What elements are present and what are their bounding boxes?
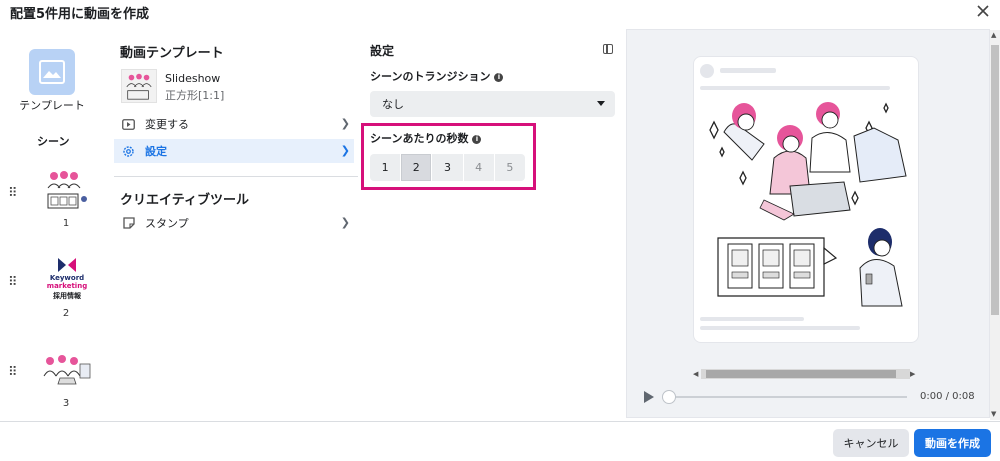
logo-line-3: 採用情報 <box>53 292 81 300</box>
template-tab-button[interactable] <box>29 49 75 95</box>
settings-heading: 設定 <box>370 44 395 58</box>
settings-row[interactable]: 設定 ❯ <box>114 139 354 163</box>
info-icon[interactable]: i <box>494 73 504 82</box>
vertical-scrollbar-thumb[interactable] <box>991 45 999 315</box>
template-format: 正方形[1:1] <box>165 89 225 102</box>
template-tab-label: テンプレート <box>19 99 85 112</box>
skeleton-line <box>720 68 776 73</box>
transition-value: なし <box>382 98 404 111</box>
scene-number-3: 3 <box>62 398 70 409</box>
change-template-row[interactable]: 変更する ❯ <box>114 112 354 136</box>
seconds-option-3[interactable]: 3 <box>432 154 462 181</box>
template-name: Slideshow <box>165 72 221 85</box>
logo-line-1: Keyword <box>49 274 85 282</box>
scene-thumbnail-1[interactable] <box>42 166 90 214</box>
seconds-label-text: シーンあたりの秒数 <box>370 132 469 145</box>
sticker-icon <box>122 217 135 230</box>
dropdown-arrow-icon <box>597 101 605 106</box>
scroll-up-icon[interactable]: ▲ <box>991 31 996 39</box>
chevron-right-icon: ❯ <box>340 117 350 130</box>
video-template-heading: 動画テンプレート <box>120 46 224 61</box>
close-icon[interactable] <box>976 4 990 18</box>
create-video-button[interactable]: 動画を作成 <box>914 429 991 457</box>
image-icon <box>39 60 65 84</box>
seconds-option-2[interactable]: 2 <box>401 154 432 181</box>
keyword-marketing-logo <box>58 258 76 272</box>
settings-label: 設定 <box>145 145 167 158</box>
skeleton-line <box>700 86 890 90</box>
seconds-option-5: 5 <box>506 161 514 174</box>
scene-thumbnail-2[interactable]: Keyword marketing 採用情報 <box>44 256 90 304</box>
seconds-option-1[interactable]: 1 <box>370 154 400 181</box>
skeleton-line <box>700 317 804 321</box>
transition-label: シーンのトランジション i <box>370 68 504 84</box>
dialog-title: 配置5件用に動画を作成 <box>10 7 150 22</box>
horizontal-scrollbar-thumb[interactable] <box>706 370 896 378</box>
stamp-row[interactable]: スタンプ ❯ <box>114 211 354 235</box>
scroll-left-icon[interactable]: ◀ <box>693 370 698 378</box>
video-icon <box>122 118 135 131</box>
chevron-right-icon: ❯ <box>340 216 350 229</box>
gear-icon <box>122 145 135 158</box>
scroll-right-icon[interactable]: ▶ <box>910 370 915 378</box>
avatar-placeholder <box>700 64 714 78</box>
drag-handle-icon[interactable]: ⠿ <box>8 276 18 289</box>
preview-illustration <box>709 102 907 307</box>
drag-handle-icon[interactable]: ⠿ <box>8 366 18 379</box>
create-video-dialog: 配置5件用に動画を作成 テンプレート シーン ⠿ 1 ⠿ Keyword mar… <box>0 0 1000 461</box>
scroll-down-icon[interactable]: ▼ <box>991 410 996 418</box>
change-template-label: 変更する <box>145 118 189 131</box>
scene-number-2: 2 <box>62 308 70 319</box>
seconds-option-4: 4 <box>475 161 483 174</box>
stamp-label: スタンプ <box>145 217 189 230</box>
footer-divider <box>0 421 1000 422</box>
panel-toggle-icon[interactable] <box>603 44 613 54</box>
seconds-label: シーンあたりの秒数 i <box>370 130 482 146</box>
cancel-button[interactable]: キャンセル <box>833 429 909 457</box>
scene-number-1: 1 <box>62 218 70 229</box>
transition-select[interactable]: なし <box>370 91 615 117</box>
template-thumbnail <box>121 69 157 103</box>
play-icon[interactable] <box>644 391 654 403</box>
video-progress-track[interactable] <box>665 396 907 398</box>
video-progress-knob[interactable] <box>662 390 676 404</box>
creative-tools-heading: クリエイティブツール <box>120 193 249 208</box>
logo-line-2: marketing <box>46 282 88 290</box>
chevron-right-icon: ❯ <box>340 144 350 157</box>
seconds-segmented-control: 1 2 3 4 5 <box>370 154 525 181</box>
drag-handle-icon[interactable]: ⠿ <box>8 187 18 200</box>
info-icon[interactable]: i <box>472 135 482 144</box>
skeleton-line <box>700 326 860 330</box>
scene-thumbnail-3[interactable] <box>40 352 92 388</box>
transition-label-text: シーンのトランジション <box>370 70 491 83</box>
video-time: 0:00 / 0:08 <box>920 391 975 402</box>
divider <box>114 176 358 177</box>
scenes-heading: シーン <box>37 135 70 148</box>
